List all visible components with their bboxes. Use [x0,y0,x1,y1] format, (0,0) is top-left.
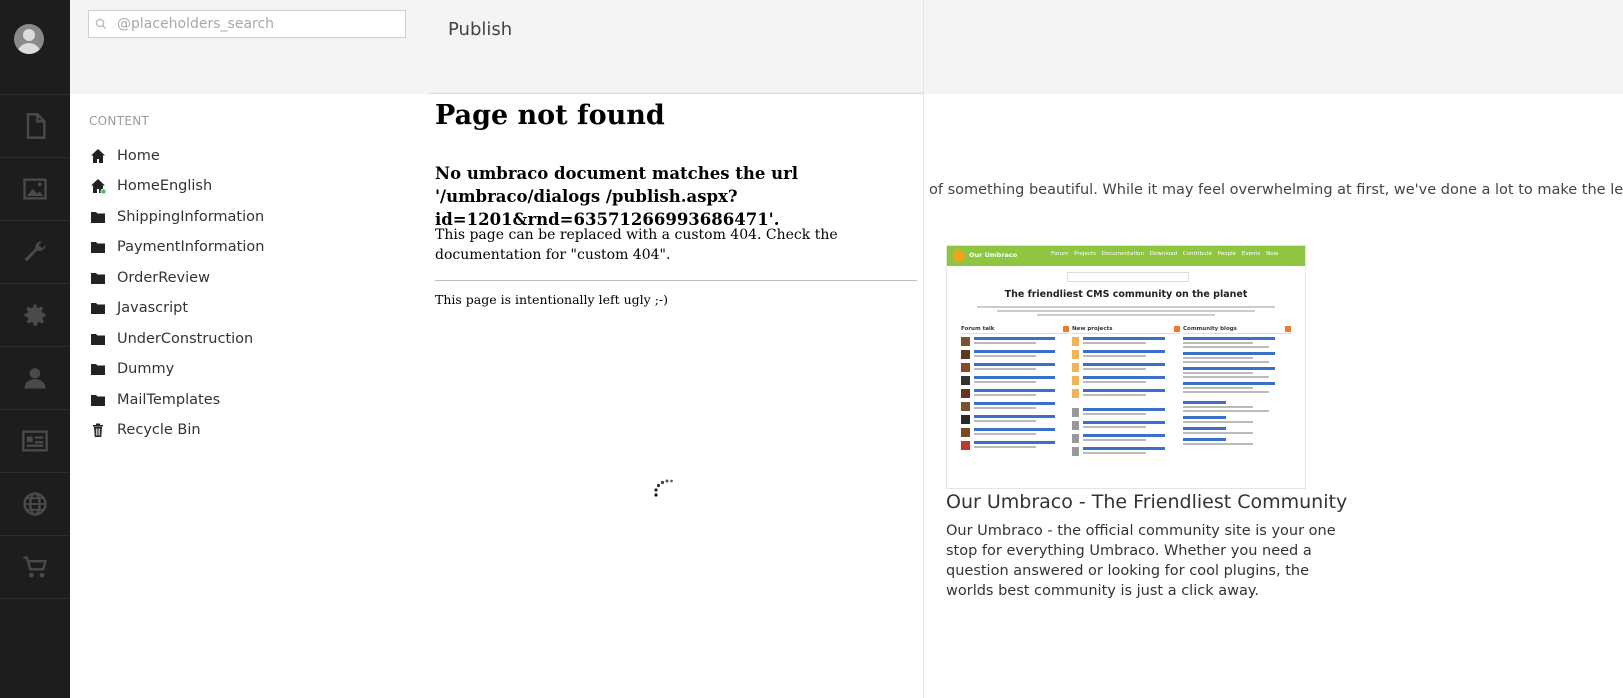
folder-icon [90,331,106,347]
folder-icon [90,239,106,255]
translation-section-globe-icon[interactable] [0,473,70,535]
content-tree: CONTENT Home HomeEnglish ShippingInforma… [70,94,429,698]
tree-item-recycle-bin[interactable]: Recycle Bin [90,422,201,438]
error-message: No umbraco document matches the url '/um… [435,164,799,229]
tree-item-underconstruction[interactable]: UnderConstruction [90,331,253,347]
tree-item-orderreview[interactable]: OrderReview [90,270,210,286]
search-icon [95,18,107,30]
search-box[interactable] [88,10,406,38]
custom-404-note: This page can be replaced with a custom … [435,227,838,263]
settings-section-gear-icon[interactable] [0,284,70,346]
home-icon [90,178,106,194]
tree-item-label: Dummy [117,361,175,377]
commerce-section-cart-icon[interactable] [0,536,70,598]
thumb-col-heading: New projects [1072,326,1180,334]
thumb-col-heading: Community blogs [1183,326,1291,334]
thumb-headline: The friendliest CMS community on the pla… [1004,289,1248,300]
folder-icon [90,300,106,316]
tree-item-homeenglish[interactable]: HomeEnglish [90,178,212,194]
user-avatar[interactable] [14,24,44,54]
tree-item-label: PaymentInformation [117,239,265,255]
tree-item-javascript[interactable]: Javascript [90,300,188,316]
tree-item-label: OrderReview [117,270,210,286]
loading-spinner-icon [654,479,673,497]
error-heading: Page not found [435,100,665,131]
tree-item-home[interactable]: Home [90,148,160,164]
tree-item-label: Javascript [117,300,189,316]
tree-item-label: ShippingInformation [117,209,265,225]
section-rail [0,0,70,698]
our-umbraco-thumbnail[interactable]: Our Umbraco Forum Projects Documentation… [946,245,1306,489]
dashboard-header [924,0,1623,95]
folder-icon [90,361,106,377]
thumb-col-heading: Forum talk [961,326,1069,334]
tree-item-paymentinformation[interactable]: PaymentInformation [90,239,264,255]
tree-header [70,0,428,95]
thumb-nav: Forum Projects Documentation Download Co… [1051,251,1279,257]
tree-item-label: Home [117,148,160,164]
folder-icon [90,270,106,286]
umbraco-logo-icon [953,250,965,262]
dashboard-intro-text: of something beautiful. While it may fee… [929,182,1623,198]
tree-item-label: HomeEnglish [117,178,213,194]
media-section-image-icon[interactable] [0,158,70,220]
dialog-title: Publish [448,19,513,40]
dialog-body: Page not found No umbraco document match… [428,94,924,698]
thumb-brand: Our Umbraco [969,251,1018,259]
tree-item-shippinginformation[interactable]: ShippingInformation [90,209,264,225]
dashboard: of something beautiful. While it may fee… [924,94,1623,698]
home-icon [90,148,106,164]
tree-section-title: CONTENT [89,114,150,128]
tree-item-label: MailTemplates [117,392,221,408]
community-card-description: Our Umbraco - the official community sit… [946,523,1336,599]
ugly-note: This page is intentionally left ugly ;-) [435,292,669,307]
folder-icon [90,209,106,225]
trash-icon [90,422,106,438]
dialog-header: Publish [428,0,924,94]
tree-item-label: UnderConstruction [117,331,254,347]
divider [435,280,917,281]
developer-section-wrench-icon[interactable] [0,221,70,283]
search-input[interactable] [115,15,399,33]
content-section-file-icon[interactable] [0,95,70,157]
folder-icon [90,392,106,408]
community-card-title[interactable]: Our Umbraco - The Friendliest Community [946,491,1347,513]
tree-item-dummy[interactable]: Dummy [90,361,174,377]
tree-item-mailtemplates[interactable]: MailTemplates [90,392,220,408]
users-section-user-icon[interactable] [0,347,70,409]
members-section-id-card-icon[interactable] [0,410,70,472]
tree-item-label: Recycle Bin [117,422,201,438]
